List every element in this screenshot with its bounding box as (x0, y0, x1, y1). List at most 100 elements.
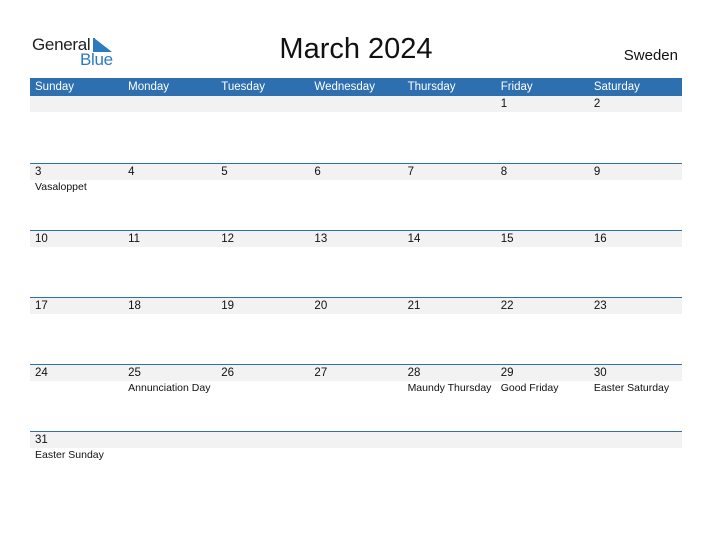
day-number: 31 (35, 434, 48, 446)
weekday-thursday: Thursday (407, 81, 456, 93)
day-cell: 31 Easter Sunday (30, 432, 123, 498)
day-cell: 9 (589, 164, 682, 230)
day-cell: 2 (589, 96, 682, 163)
day-cell: 8 (496, 164, 589, 230)
day-number: 2 (593, 98, 601, 110)
day-cell: 23 (589, 298, 682, 364)
day-number (221, 432, 309, 448)
day-number: 6 (314, 166, 321, 178)
week-row: 10 11 12 13 14 15 16 (30, 230, 682, 297)
day-cell: 20 (309, 298, 402, 364)
day-cell: 27 (309, 365, 402, 431)
day-number: 28 (407, 367, 421, 379)
day-cell: 19 (216, 298, 309, 364)
weekday-friday: Friday (500, 81, 533, 93)
day-number (408, 96, 496, 112)
day-number: 9 (593, 166, 601, 178)
day-cell: 6 (309, 164, 402, 230)
day-cell: 22 (496, 298, 589, 364)
day-cell (403, 96, 496, 163)
week-cells: 3 Vasaloppet 4 5 6 7 8 9 (30, 164, 682, 230)
day-number: 13 (314, 233, 328, 245)
week-row: 24 25 Annunciation Day 26 27 28 Maundy Thursda… (30, 364, 682, 431)
day-number (501, 432, 589, 448)
day-number: 30 (593, 367, 607, 379)
day-cell: 25 Annunciation Day (123, 365, 216, 431)
day-cell: 16 (589, 231, 682, 297)
day-cell: 1 (496, 96, 589, 163)
day-number: 15 (500, 233, 514, 245)
week-cells: 10 11 12 13 14 15 16 (30, 231, 682, 297)
day-cell: 17 (30, 298, 123, 364)
day-cell (123, 96, 216, 163)
day-number: 8 (500, 166, 508, 178)
weekday-header: Sunday Monday Tuesday Wednesday Thursday Frid… (30, 78, 682, 96)
day-cell (216, 96, 309, 163)
day-cell: 24 (30, 365, 123, 431)
day-number: 18 (128, 300, 141, 312)
day-cell: 11 (123, 231, 216, 297)
day-number: 4 (128, 166, 135, 178)
day-number (408, 432, 496, 448)
day-number: 17 (35, 300, 48, 312)
day-number (128, 432, 216, 448)
day-number (128, 96, 216, 112)
weekday-monday: Monday (128, 81, 170, 93)
day-number: 7 (407, 166, 414, 178)
day-number (221, 96, 309, 112)
week-cells: 17 18 19 20 21 22 23 (30, 298, 682, 364)
day-number (314, 96, 402, 112)
day-number: 12 (221, 233, 235, 245)
day-cell (589, 432, 682, 498)
day-cell: 10 (30, 231, 123, 297)
day-number: 24 (35, 367, 48, 379)
holiday-label: Good Friday (500, 382, 559, 394)
day-number (35, 96, 123, 112)
holiday-label: Annunciation Day (128, 382, 211, 394)
day-cell: 12 (216, 231, 309, 297)
day-number: 5 (221, 166, 228, 178)
day-cell: 13 (309, 231, 402, 297)
day-number: 22 (500, 300, 514, 312)
day-number: 16 (593, 233, 607, 245)
day-cell: 14 (403, 231, 496, 297)
day-number: 10 (35, 233, 48, 245)
day-number: 26 (221, 367, 235, 379)
day-cell: 29 Good Friday (496, 365, 589, 431)
weekday-wednesday: Wednesday (314, 81, 375, 93)
holiday-label: Maundy Thursday (407, 382, 492, 394)
day-cell (309, 432, 402, 498)
day-cell: 28 Maundy Thursday (403, 365, 496, 431)
day-cell: 18 (123, 298, 216, 364)
day-number (314, 432, 402, 448)
day-number: 21 (407, 300, 421, 312)
day-cell (216, 432, 309, 498)
day-cell (123, 432, 216, 498)
day-number: 11 (128, 233, 141, 245)
day-number: 3 (35, 166, 42, 178)
week-row: 12 (30, 96, 682, 163)
week-row: 17 18 19 20 21 22 23 (30, 297, 682, 364)
week-cells: 31 Easter Sunday (30, 432, 682, 498)
day-cell: 4 (123, 164, 216, 230)
week-row: 3 Vasaloppet 4 5 6 7 8 9 (30, 163, 682, 230)
week-cells: 12 (30, 96, 682, 163)
day-cell: 21 (403, 298, 496, 364)
day-number: 20 (314, 300, 328, 312)
day-number: 29 (500, 367, 514, 379)
weekday-sunday: Sunday (35, 81, 75, 93)
day-cell (309, 96, 402, 163)
weekday-tuesday: Tuesday (221, 81, 265, 93)
page-title: March 2024 (279, 33, 433, 65)
day-cell: 30 Easter Saturday (589, 365, 682, 431)
calendar-weeks: 1 2 3 Vasaloppet 4 5 6 7 8 9 10 11 12 13 14 15 16 17 18 19 2… (30, 96, 682, 498)
holiday-label: Vasaloppet (35, 181, 87, 193)
week-row: 31 Easter Sunday (30, 431, 682, 498)
day-cell: 26 (216, 365, 309, 431)
day-cell: 5 (216, 164, 309, 230)
day-number: 14 (407, 233, 421, 245)
day-number: 25 (128, 367, 141, 379)
week-cells: 24 25 Annunciation Day 26 27 28 Maundy Thursda… (30, 365, 682, 431)
day-number (594, 432, 682, 448)
day-number: 23 (593, 300, 607, 312)
